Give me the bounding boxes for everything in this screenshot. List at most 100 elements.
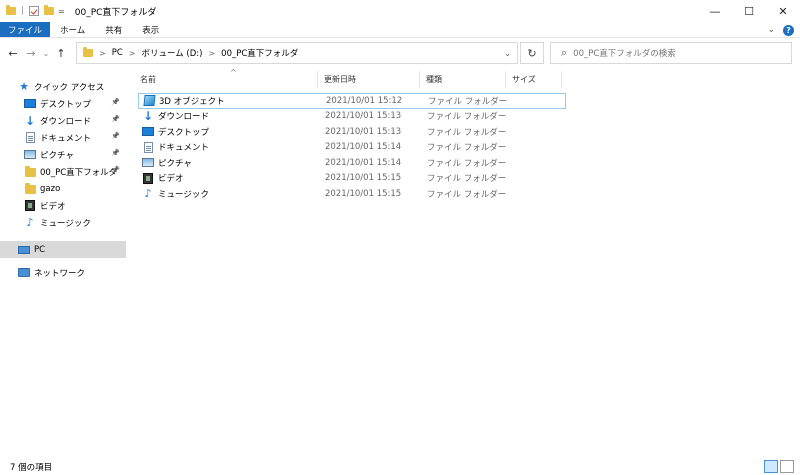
- column-header: ^ 名前 更新日時 種類 サイズ: [134, 68, 566, 88]
- pin-icon[interactable]: 📌: [111, 98, 120, 106]
- window-title: 00_PC直下フォルダ: [74, 7, 157, 18]
- file-name: ドキュメント: [158, 143, 210, 154]
- pin-icon[interactable]: 📌: [111, 132, 120, 140]
- ribbon-tabs: ファイル ホーム 共有 表示 ⌄ ?: [0, 22, 800, 38]
- file-date: 2021/10/01 15:15: [325, 188, 402, 199]
- nav-label: ピクチャ: [40, 150, 74, 161]
- breadcrumb-separator[interactable]: >: [208, 49, 215, 58]
- nav-item-pictures[interactable]: ピクチャ 📌: [0, 146, 126, 163]
- video-icon: [25, 200, 35, 211]
- nav-quick-access[interactable]: ★ クイック アクセス: [0, 78, 126, 95]
- file-list: 3D オブジェクト 2021/10/01 15:12 ファイル フォルダー ↓ …: [138, 93, 566, 202]
- up-button[interactable]: ↑: [52, 47, 70, 60]
- close-button[interactable]: ✕: [766, 0, 800, 22]
- pictures-icon: [142, 158, 154, 168]
- file-type: ファイル フォルダー: [427, 112, 507, 123]
- minimize-button[interactable]: —: [698, 0, 732, 22]
- nav-label: PC: [34, 244, 46, 255]
- maximize-button[interactable]: ☐: [732, 0, 766, 22]
- column-type[interactable]: 種類: [420, 71, 506, 88]
- qat-dropdown-button[interactable]: =: [58, 7, 65, 16]
- file-type: ファイル フォルダー: [427, 127, 507, 138]
- nav-label: ミュージック: [40, 218, 91, 229]
- pin-icon[interactable]: 📌: [111, 149, 120, 157]
- forward-button[interactable]: →: [22, 47, 40, 60]
- star-icon: ★: [19, 80, 29, 93]
- tab-view[interactable]: 表示: [132, 22, 169, 37]
- search-input[interactable]: ⌕ 00_PC直下フォルダの検索: [550, 42, 792, 64]
- breadcrumb-pc[interactable]: PC: [112, 48, 123, 58]
- file-name: 3D オブジェクト: [159, 96, 225, 107]
- file-date: 2021/10/01 15:13: [325, 111, 402, 122]
- tab-share[interactable]: 共有: [95, 22, 132, 37]
- column-date-modified[interactable]: 更新日時: [318, 71, 420, 88]
- file-row-documents[interactable]: ドキュメント 2021/10/01 15:14 ファイル フォルダー: [138, 140, 566, 156]
- breadcrumb-separator[interactable]: >: [99, 49, 106, 58]
- refresh-button[interactable]: ↻: [520, 42, 544, 64]
- music-icon: ♪: [26, 216, 34, 229]
- nav-item-pc[interactable]: PC: [0, 241, 126, 258]
- folder-icon: [24, 166, 36, 177]
- back-button[interactable]: ←: [4, 47, 22, 60]
- file-type: ファイル フォルダー: [427, 158, 507, 169]
- download-arrow-icon: ↓: [142, 109, 154, 124]
- recent-locations-button[interactable]: ⌄: [40, 49, 52, 58]
- breadcrumb-current-folder[interactable]: 00_PC直下フォルダ: [221, 47, 298, 59]
- file-date: 2021/10/01 15:14: [325, 142, 402, 153]
- nav-label: 00_PC直下フォルダ: [40, 167, 118, 178]
- breadcrumb-separator[interactable]: >: [129, 49, 136, 58]
- nav-item-videos[interactable]: ビデオ: [0, 197, 126, 214]
- title-bar: | = 00_PC直下フォルダ — ☐ ✕: [0, 0, 800, 22]
- pin-icon[interactable]: 📌: [111, 115, 120, 123]
- new-folder-icon[interactable]: [44, 5, 55, 15]
- file-name: ミュージック: [158, 189, 209, 200]
- address-bar[interactable]: > PC > ボリューム (D:) > 00_PC直下フォルダ ⌄: [76, 42, 518, 64]
- folder-icon: [83, 47, 93, 57]
- breadcrumb-volume-d[interactable]: ボリューム (D:): [141, 47, 202, 59]
- address-dropdown-button[interactable]: ⌄: [504, 49, 511, 58]
- file-name: ピクチャ: [158, 158, 192, 169]
- pin-icon[interactable]: 📌: [111, 166, 120, 174]
- nav-item-gazo[interactable]: gazo: [0, 180, 126, 197]
- 3d-objects-icon: [142, 95, 156, 107]
- nav-label: ネットワーク: [34, 268, 86, 279]
- nav-item-desktop[interactable]: デスクトップ 📌: [0, 95, 126, 112]
- file-row-downloads[interactable]: ↓ ダウンロード 2021/10/01 15:13 ファイル フォルダー: [138, 109, 566, 125]
- refresh-icon: ↻: [527, 46, 537, 60]
- large-icons-view-icon[interactable]: [780, 460, 794, 473]
- column-name[interactable]: 名前: [134, 71, 318, 88]
- file-row-desktop[interactable]: デスクトップ 2021/10/01 15:13 ファイル フォルダー: [138, 124, 566, 140]
- file-date: 2021/10/01 15:13: [325, 126, 402, 137]
- help-icon[interactable]: ?: [783, 24, 794, 36]
- nav-item-music[interactable]: ♪ ミュージック: [0, 214, 126, 231]
- tab-file[interactable]: ファイル: [0, 22, 51, 37]
- pc-icon: [18, 245, 30, 254]
- window-controls: — ☐ ✕: [698, 0, 800, 22]
- file-name: ビデオ: [158, 174, 184, 185]
- qat-separator: |: [21, 6, 25, 16]
- search-icon: ⌕: [561, 46, 568, 59]
- navigation-pane: ★ クイック アクセス デスクトップ 📌 ↓ ダウンロード 📌 ドキュメント 📌…: [0, 78, 126, 456]
- nav-item-documents[interactable]: ドキュメント 📌: [0, 129, 126, 146]
- column-size[interactable]: サイズ: [506, 71, 562, 88]
- ribbon-right-controls: ⌄ ?: [767, 22, 794, 38]
- video-icon: [143, 172, 153, 184]
- nav-item-pc-root-folder[interactable]: 00_PC直下フォルダ 📌: [0, 163, 126, 180]
- nav-item-network[interactable]: ネットワーク: [0, 264, 126, 281]
- desktop-icon: [142, 127, 154, 137]
- file-row-music[interactable]: ♪ ミュージック 2021/10/01 15:15 ファイル フォルダー: [138, 186, 566, 202]
- file-name: デスクトップ: [158, 127, 210, 138]
- file-row-pictures[interactable]: ピクチャ 2021/10/01 15:14 ファイル フォルダー: [138, 155, 566, 171]
- file-row-videos[interactable]: ビデオ 2021/10/01 15:15 ファイル フォルダー: [138, 171, 566, 187]
- folder-icon: [24, 183, 36, 194]
- search-placeholder: 00_PC直下フォルダの検索: [573, 49, 676, 59]
- properties-check-icon[interactable]: [29, 6, 40, 16]
- details-view-icon[interactable]: [764, 460, 778, 473]
- file-row-3d-objects[interactable]: 3D オブジェクト 2021/10/01 15:12 ファイル フォルダー: [138, 93, 566, 109]
- file-type: ファイル フォルダー: [427, 174, 507, 185]
- nav-item-downloads[interactable]: ↓ ダウンロード 📌: [0, 112, 126, 129]
- tab-home[interactable]: ホーム: [50, 22, 95, 37]
- ribbon-expand-icon[interactable]: ⌄: [767, 25, 775, 35]
- document-icon: [25, 132, 35, 143]
